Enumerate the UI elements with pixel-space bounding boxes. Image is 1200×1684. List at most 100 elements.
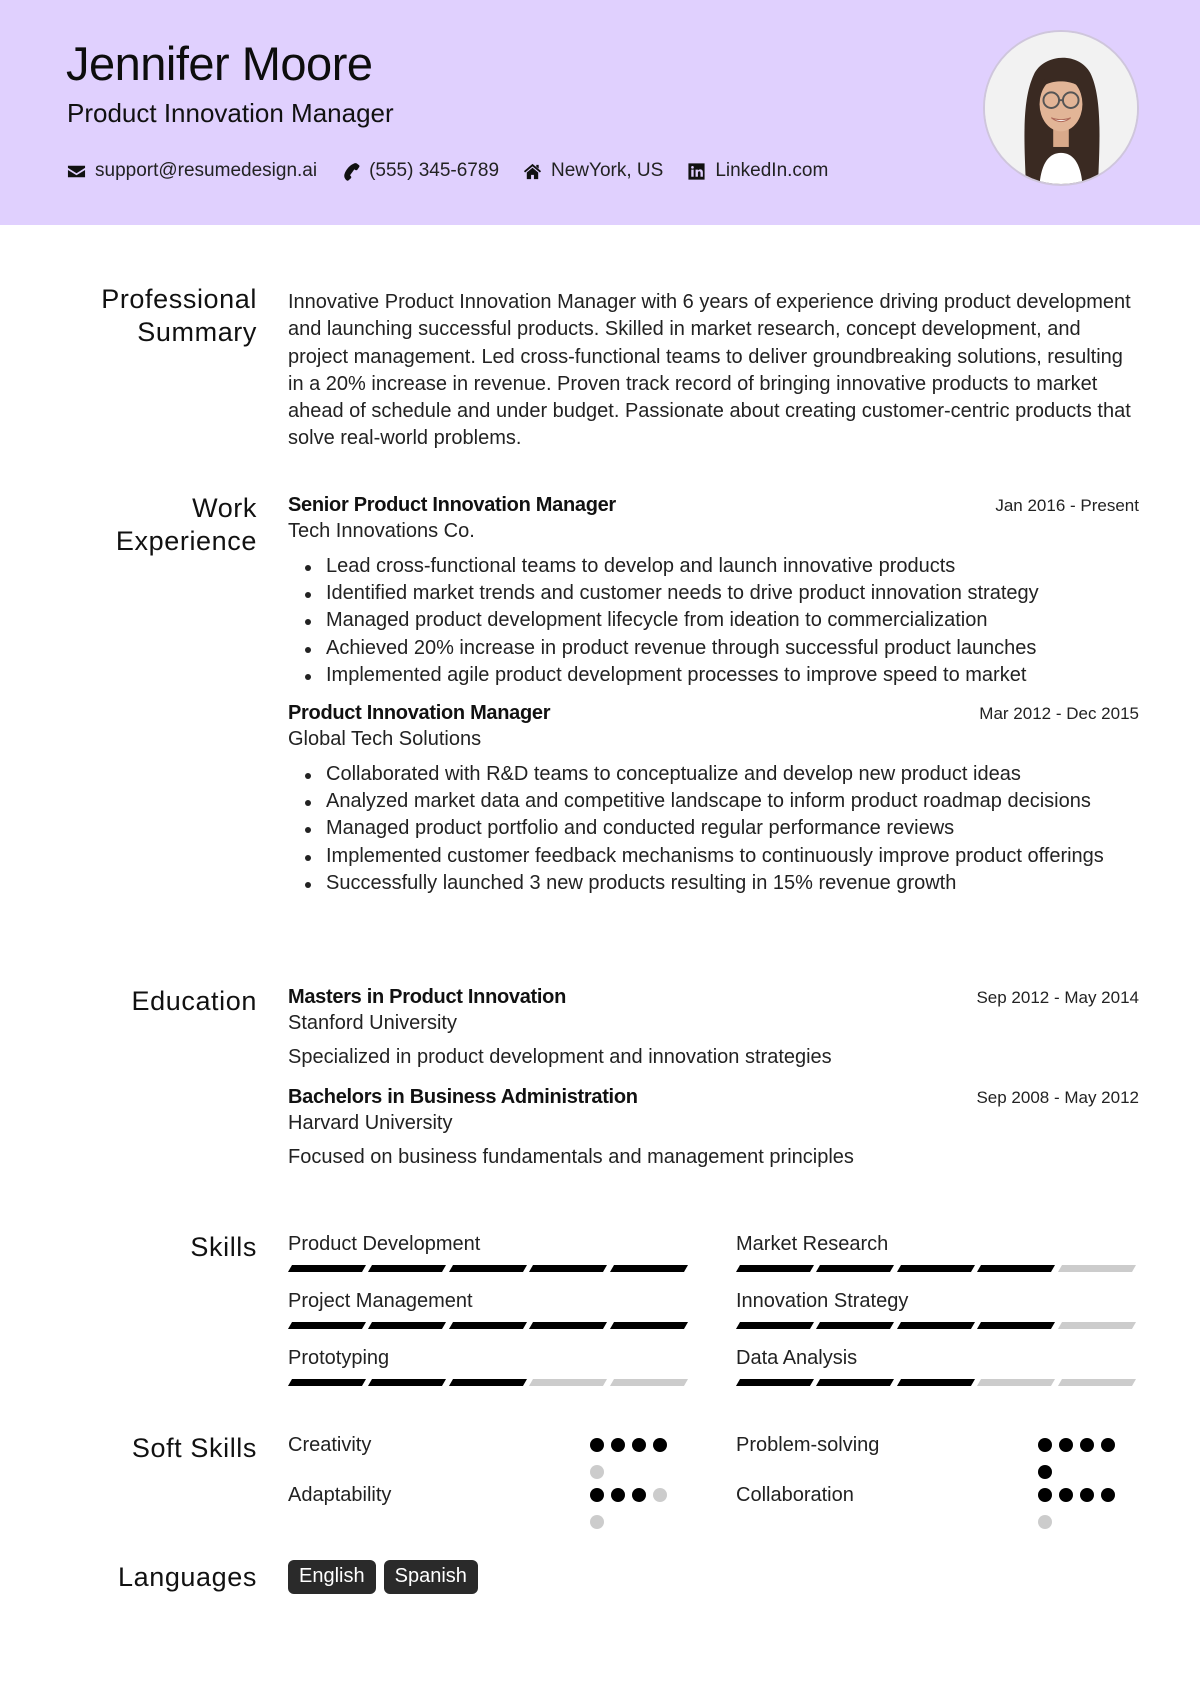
education-description: Specialized in product development and i… [288, 1046, 832, 1068]
skill-segment-filled [529, 1265, 608, 1272]
rating-dot-filled [590, 1488, 604, 1502]
skill-segment-filled [448, 1379, 528, 1386]
summary-heading-line2: Summary [137, 317, 257, 347]
skill-segment-filled [368, 1322, 447, 1329]
soft-skill-rating [590, 1488, 680, 1542]
skill-segment-filled [735, 1322, 815, 1329]
degree: Masters in Product Innovation [288, 986, 566, 1008]
skill-segment-filled [896, 1265, 976, 1272]
home-icon [523, 163, 542, 179]
job-dates: Mar 2012 - Dec 2015 [979, 704, 1139, 724]
rating-dot-filled [1080, 1488, 1094, 1502]
rating-dot-filled [1080, 1438, 1094, 1452]
skill-segment-filled [977, 1322, 1056, 1329]
education-heading: Education [131, 986, 257, 1016]
rating-dot-empty [590, 1515, 604, 1529]
resume-header: Jennifer Moore Product Innovation Manage… [0, 0, 1200, 225]
skill-item: Project Management [287, 1289, 692, 1346]
skill-segment-filled [368, 1265, 447, 1272]
job-bullet: Managed product development lifecycle fr… [288, 607, 1139, 634]
skills-list: Product Development Market Research Projec… [287, 1232, 1140, 1403]
rating-dot-filled [653, 1438, 667, 1452]
soft-skill-item: Problem-solving [736, 1433, 1140, 1483]
rating-dot-filled [590, 1438, 604, 1452]
contact-list: support@resumedesign.ai (555) 345-6789 N… [67, 160, 852, 182]
skill-name: Project Management [288, 1290, 473, 1312]
skill-item: Market Research [735, 1232, 1140, 1289]
skill-level-bar [735, 1322, 1140, 1329]
portrait-illustration [985, 32, 1137, 184]
rating-dot-filled [1101, 1438, 1115, 1452]
skill-item: Product Development [287, 1232, 692, 1289]
profile-photo [983, 30, 1139, 186]
skill-segment-empty [1057, 1379, 1137, 1386]
soft-skills-grid: Creativity Problem-solving Adaptability Col… [288, 1433, 1139, 1533]
rating-dot-filled [1038, 1438, 1052, 1452]
rating-dot-filled [1059, 1438, 1073, 1452]
job-bullet: Implemented agile product development pr… [288, 662, 1139, 689]
contact-phone[interactable]: (555) 345-6789 [341, 160, 499, 182]
contact-email-text: support@resumedesign.ai [95, 160, 318, 181]
job-entry: Product Innovation Manager Mar 2012 - De… [288, 702, 1139, 897]
skill-level-bar [287, 1379, 692, 1386]
education-entry: Masters in Product Innovation Sep 2012 -… [288, 986, 1139, 1069]
education-entry: Bachelors in Business Administration Sep… [288, 1086, 1139, 1169]
job-bullet: Implemented customer feedback mechanisms… [288, 843, 1139, 870]
skill-segment-filled [816, 1322, 895, 1329]
languages-list: English Spanish [288, 1560, 1139, 1594]
skill-name: Innovation Strategy [736, 1290, 909, 1312]
skill-segment-filled [816, 1379, 895, 1386]
skill-level-bar [735, 1379, 1140, 1386]
skill-segment-filled [448, 1265, 528, 1272]
skill-segment-empty [1057, 1265, 1137, 1272]
skill-segment-empty [529, 1379, 608, 1386]
rating-dot-filled [611, 1488, 625, 1502]
contact-linkedin-text: LinkedIn.com [715, 160, 829, 181]
soft-skill-rating [1038, 1488, 1128, 1542]
languages-heading: Languages [117, 1562, 257, 1592]
skill-segment-filled [735, 1265, 815, 1272]
candidate-name: Jennifer Moore [66, 37, 373, 90]
skill-segment-filled [529, 1322, 608, 1329]
rating-dot-filled [632, 1488, 646, 1502]
job-bullet: Successfully launched 3 new products res… [288, 870, 1139, 897]
skill-name: Data Analysis [736, 1347, 858, 1369]
skill-segment-filled [896, 1379, 976, 1386]
skill-segment-filled [977, 1265, 1056, 1272]
soft-skill-item: Collaboration [736, 1483, 1140, 1533]
rating-dot-filled [632, 1438, 646, 1452]
skill-item: Prototyping [287, 1346, 692, 1403]
job-bullet: Managed product portfolio and conducted … [288, 815, 1139, 842]
candidate-title: Product Innovation Manager [67, 98, 394, 128]
job-bullet: Lead cross-functional teams to develop a… [288, 553, 1139, 580]
rating-dot-filled [1038, 1465, 1052, 1479]
skill-level-bar [735, 1265, 1140, 1272]
rating-dot-filled [1059, 1488, 1073, 1502]
summary-text: Innovative Product Innovation Manager wi… [288, 291, 1131, 450]
job-company: Global Tech Solutions [288, 728, 482, 751]
contact-location: NewYork, US [523, 160, 663, 182]
contact-linkedin[interactable]: LinkedIn.com [687, 160, 828, 182]
skill-item: Innovation Strategy [735, 1289, 1140, 1346]
education-dates: Sep 2012 - May 2014 [976, 988, 1139, 1007]
skill-item: Data Analysis [735, 1346, 1140, 1403]
school: Stanford University [288, 1012, 457, 1034]
skill-segment-filled [287, 1379, 367, 1386]
rating-dot-empty [1038, 1515, 1052, 1529]
job-bullet: Analyzed market data and competitive lan… [288, 788, 1139, 815]
skills-heading: Skills [190, 1232, 257, 1262]
rating-dot-filled [611, 1438, 625, 1452]
job-role: Senior Product Innovation Manager [288, 494, 616, 516]
skill-segment-filled [287, 1322, 367, 1329]
experience-heading-line1: Work [192, 493, 257, 523]
summary-heading: Professional Summary [60, 283, 257, 349]
rating-dot-empty [653, 1488, 667, 1502]
soft-skills-heading: Soft Skills [131, 1433, 257, 1463]
skill-segment-filled [816, 1265, 895, 1272]
skill-segment-filled [368, 1379, 447, 1386]
skill-level-bar [287, 1322, 692, 1329]
contact-email[interactable]: support@resumedesign.ai [67, 160, 317, 182]
rating-dot-filled [1038, 1488, 1052, 1502]
skill-segment-empty [977, 1379, 1056, 1386]
job-bullet: Collaborated with R&D teams to conceptua… [288, 761, 1139, 788]
